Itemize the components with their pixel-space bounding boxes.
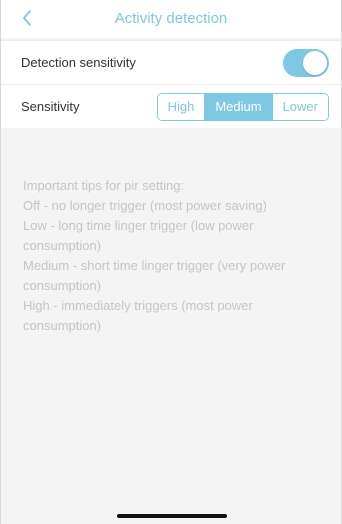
sensitivity-option-high[interactable]: High	[157, 94, 205, 120]
navbar: Activity detection	[1, 0, 341, 38]
screen: Activity detection Detection sensitivity…	[0, 0, 342, 524]
sensitivity-segmented-control: High Medium Lower	[156, 93, 329, 121]
detection-sensitivity-label: Detection sensitivity	[21, 55, 136, 70]
sensitivity-row: Sensitivity High Medium Lower	[1, 84, 341, 128]
sensitivity-option-lower[interactable]: Lower	[271, 94, 328, 120]
tip-line: High - immediately triggers (most power …	[23, 298, 253, 333]
detection-sensitivity-toggle[interactable]	[283, 49, 329, 77]
sensitivity-option-medium[interactable]: Medium	[204, 94, 272, 120]
tip-line: Low - long time linger trigger (low powe…	[23, 218, 254, 253]
home-indicator[interactable]	[117, 514, 227, 518]
detection-sensitivity-row: Detection sensitivity	[1, 40, 341, 84]
pir-tips: Important tips for pir setting: Off - no…	[23, 176, 327, 336]
page-title: Activity detection	[114, 10, 228, 27]
tips-heading: Important tips for pir setting:	[23, 178, 185, 193]
tip-line: Medium - short time linger trigger (very…	[23, 258, 286, 293]
toggle-knob	[303, 51, 327, 75]
tip-line: Off - no longer trigger (most power savi…	[23, 198, 267, 213]
sensitivity-label: Sensitivity	[21, 99, 80, 114]
